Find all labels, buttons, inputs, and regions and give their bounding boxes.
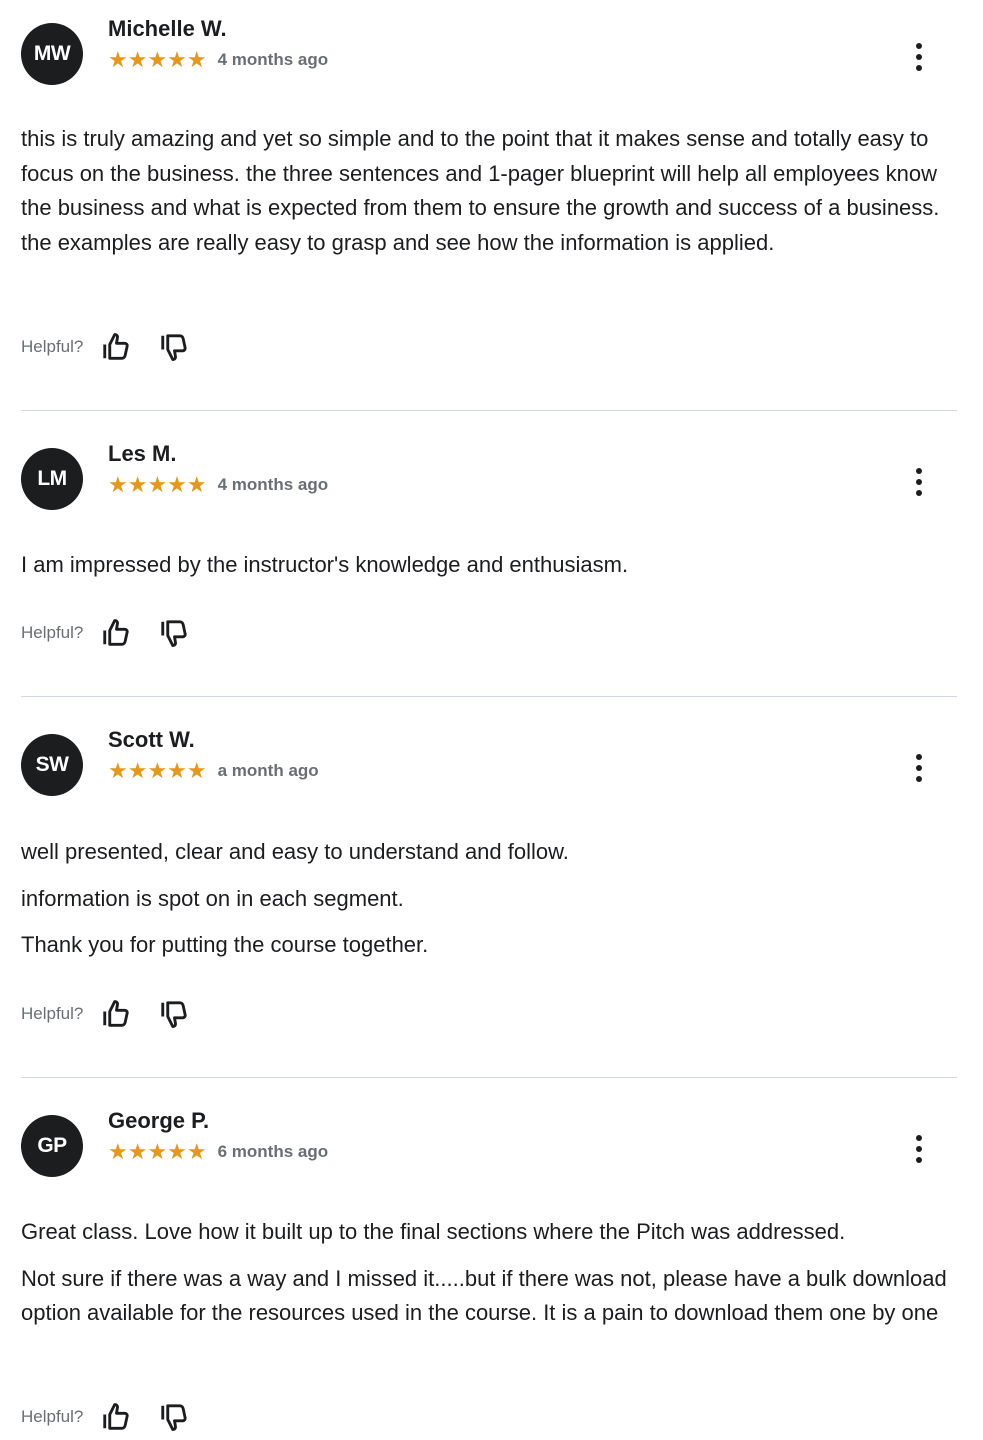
helpful-row: Helpful? [21, 1400, 191, 1434]
helpful-label: Helpful? [21, 337, 84, 356]
divider [21, 696, 957, 697]
helpful-row: Helpful? [21, 330, 191, 364]
thumbs-down-icon [161, 1404, 188, 1431]
thumbs-up-icon [103, 1000, 130, 1027]
review-content: this is truly amazing and yet so simple … [21, 122, 961, 260]
star-rating: ★★★★★ [108, 474, 207, 496]
review-text: Not sure if there was a way and I missed… [21, 1265, 947, 1326]
star-rating: ★★★★★ [108, 49, 207, 71]
more-options-button[interactable] [903, 462, 935, 502]
thumbs-down-icon [161, 620, 188, 647]
reviewer-name: Scott W. [108, 727, 195, 752]
avatar: LM [21, 448, 83, 510]
star-icon: ★★★★★ [108, 472, 207, 497]
thumbs-down-button[interactable] [157, 1400, 191, 1434]
review-content: Great class. Love how it built up to the… [21, 1215, 961, 1331]
helpful-label: Helpful? [21, 623, 84, 642]
thumbs-up-button[interactable] [99, 997, 133, 1031]
review-date: 6 months ago [217, 1142, 329, 1161]
review-content: I am impressed by the instructor's knowl… [21, 548, 961, 583]
thumbs-down-icon [161, 334, 188, 361]
star-icon: ★★★★★ [108, 47, 207, 72]
avatar: SW [21, 734, 83, 796]
review-text: Great class. Love how it built up to the… [21, 1219, 846, 1244]
review-text: information is spot on in each segment. [21, 885, 404, 911]
star-icon: ★★★★★ [108, 1139, 207, 1164]
divider [21, 410, 957, 411]
review-text: well presented, clear and easy to unders… [21, 839, 569, 864]
review-meta: ★★★★★ a month ago [108, 760, 319, 782]
review-date: 4 months ago [217, 475, 329, 494]
review-text: I am impressed by the instructor's knowl… [21, 552, 629, 577]
divider [21, 1077, 957, 1078]
review-meta: ★★★★★ 6 months ago [108, 1141, 328, 1163]
thumbs-up-icon [103, 1403, 130, 1430]
review-date: a month ago [217, 761, 319, 780]
helpful-label: Helpful? [21, 1004, 84, 1023]
more-options-button[interactable] [903, 748, 935, 788]
reviewer-name: George P. [108, 1108, 210, 1133]
reviewer-name: Michelle W. [108, 16, 227, 41]
thumbs-down-button[interactable] [157, 997, 191, 1031]
star-rating: ★★★★★ [108, 1141, 207, 1163]
review-content: well presented, clear and easy to unders… [21, 835, 961, 963]
star-icon: ★★★★★ [108, 758, 207, 783]
helpful-row: Helpful? [21, 997, 191, 1031]
thumbs-up-button[interactable] [99, 1400, 133, 1434]
review-text: Thank you for putting the course togethe… [21, 932, 429, 957]
review-meta: ★★★★★ 4 months ago [108, 474, 328, 496]
review-date: 4 months ago [217, 50, 329, 69]
thumbs-up-icon [103, 619, 130, 646]
thumbs-up-button[interactable] [99, 616, 133, 650]
thumbs-down-icon [161, 1001, 188, 1028]
helpful-row: Helpful? [21, 616, 191, 650]
thumbs-up-icon [103, 333, 130, 360]
reviewer-name: Les M. [108, 441, 177, 466]
avatar: MW [21, 23, 83, 85]
thumbs-down-button[interactable] [157, 616, 191, 650]
review-text: this is truly amazing and yet so simple … [21, 126, 940, 255]
thumbs-up-button[interactable] [99, 330, 133, 364]
star-rating: ★★★★★ [108, 760, 207, 782]
more-options-button[interactable] [903, 1129, 935, 1169]
more-options-button[interactable] [903, 37, 935, 77]
avatar: GP [21, 1115, 83, 1177]
thumbs-down-button[interactable] [157, 330, 191, 364]
helpful-label: Helpful? [21, 1407, 84, 1426]
review-meta: ★★★★★ 4 months ago [108, 49, 328, 71]
